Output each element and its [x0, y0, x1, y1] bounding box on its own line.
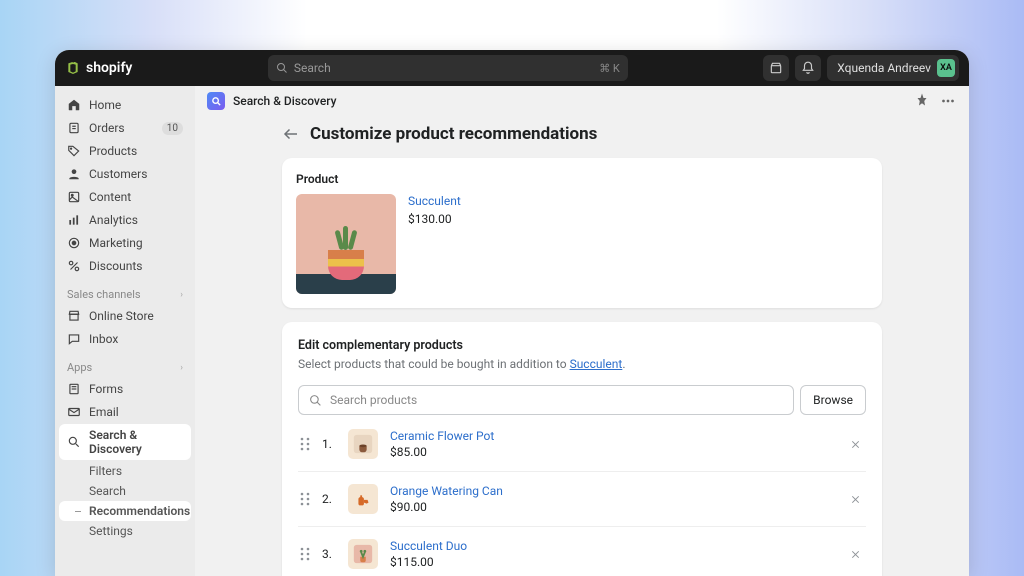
email-icon — [67, 405, 81, 419]
sidebar-section-apps[interactable]: Apps › — [59, 351, 191, 378]
home-icon — [67, 98, 81, 112]
target-icon — [67, 236, 81, 250]
sidebar-item-home[interactable]: Home — [59, 94, 191, 116]
order-number: 2. — [322, 492, 336, 506]
sidebar-item-online-store[interactable]: Online Store — [59, 305, 191, 327]
product-link-inline[interactable]: Succulent — [570, 357, 623, 371]
search-icon — [67, 435, 81, 449]
pos-icon-button[interactable] — [763, 55, 789, 81]
sidebar-item-discounts[interactable]: Discounts — [59, 255, 191, 277]
app-name: Search & Discovery — [233, 94, 336, 108]
complementary-thumb — [348, 484, 378, 514]
pin-icon[interactable] — [913, 92, 931, 110]
complementary-thumb — [348, 539, 378, 569]
complementary-thumb — [348, 429, 378, 459]
sidebar-sub-search[interactable]: Search — [59, 481, 191, 501]
sidebar-item-inbox[interactable]: Inbox — [59, 328, 191, 350]
product-card: Product Succulent $130.00 — [282, 158, 882, 308]
page-content: Customize product recommendations Produc… — [282, 116, 882, 576]
user-menu[interactable]: Xquenda Andreev XA — [827, 55, 959, 81]
sidebar-item-content[interactable]: Content — [59, 186, 191, 208]
complementary-price: $115.00 — [390, 555, 467, 569]
sidebar-sub-recommendations[interactable]: Recommendations — [59, 501, 191, 521]
chart-icon — [67, 213, 81, 227]
image-icon — [67, 190, 81, 204]
complementary-price: $90.00 — [390, 500, 503, 514]
bell-icon — [801, 61, 815, 75]
sidebar-item-marketing[interactable]: Marketing — [59, 232, 191, 254]
search-placeholder: Search — [294, 61, 331, 75]
store-icon — [769, 61, 783, 75]
sidebar-sub-settings[interactable]: Settings — [59, 521, 191, 541]
orders-badge: 10 — [162, 122, 183, 135]
close-icon — [850, 439, 861, 450]
topbar: shopify Search ⌘ K Xquenda Andreev XA — [55, 50, 969, 86]
search-shortcut: ⌘ K — [599, 62, 620, 75]
tag-icon — [67, 144, 81, 158]
sidebar-sub-filters[interactable]: Filters — [59, 461, 191, 481]
sidebar-item-forms[interactable]: Forms — [59, 378, 191, 400]
brand-name: shopify — [86, 60, 132, 76]
brand-logo[interactable]: shopify — [65, 60, 132, 76]
drag-handle-icon[interactable] — [300, 547, 310, 561]
avatar: XA — [937, 59, 955, 77]
chat-icon — [67, 332, 81, 346]
percent-icon — [67, 259, 81, 273]
complementary-name-link[interactable]: Ceramic Flower Pot — [390, 429, 494, 443]
product-search-input[interactable]: Search products — [298, 385, 794, 415]
product-image — [296, 194, 396, 294]
sidebar-item-orders[interactable]: Orders 10 — [59, 117, 191, 139]
product-label: Product — [296, 172, 868, 186]
complementary-price: $85.00 — [390, 445, 494, 459]
global-search[interactable]: Search ⌘ K — [268, 55, 628, 81]
close-icon — [850, 549, 861, 560]
orders-icon — [67, 121, 81, 135]
remove-button[interactable] — [846, 490, 864, 508]
browse-button[interactable]: Browse — [800, 385, 866, 415]
sidebar-item-products[interactable]: Products — [59, 140, 191, 162]
search-icon — [276, 62, 288, 74]
app-icon — [207, 92, 225, 110]
complementary-name-link[interactable]: Succulent Duo — [390, 539, 467, 553]
drag-handle-icon[interactable] — [300, 437, 310, 451]
app-header: Search & Discovery — [195, 86, 969, 116]
sidebar-item-email[interactable]: Email — [59, 401, 191, 423]
product-name-link[interactable]: Succulent — [408, 194, 461, 208]
user-name: Xquenda Andreev — [837, 61, 931, 75]
chevron-right-icon: › — [180, 290, 183, 300]
close-icon — [850, 494, 861, 505]
form-icon — [67, 382, 81, 396]
main-content: Search & Discovery Customize product rec… — [195, 86, 969, 576]
sidebar-item-analytics[interactable]: Analytics — [59, 209, 191, 231]
topbar-right: Xquenda Andreev XA — [763, 55, 959, 81]
complementary-card: Edit complementary products Select produ… — [282, 322, 882, 576]
order-number: 1. — [322, 437, 336, 451]
more-icon[interactable] — [939, 92, 957, 110]
drag-handle-icon[interactable] — [300, 492, 310, 506]
sidebar-section-channels[interactable]: Sales channels › — [59, 278, 191, 305]
order-number: 3. — [322, 547, 336, 561]
complementary-row: 1. Ceramic Flower Pot $85.00 — [298, 425, 866, 463]
sidebar-item-search-discovery[interactable]: Search & Discovery — [59, 424, 191, 460]
edit-title: Edit complementary products — [298, 338, 866, 353]
app-shell: shopify Search ⌘ K Xquenda Andreev XA H — [55, 50, 969, 576]
sidebar-item-customers[interactable]: Customers — [59, 163, 191, 185]
complementary-row: 3. Succulent Duo $115.00 — [298, 526, 866, 573]
user-icon — [67, 167, 81, 181]
complementary-row: 2. Orange Watering Can $90.00 — [298, 471, 866, 518]
shopify-icon — [65, 60, 81, 76]
page-title: Customize product recommendations — [310, 124, 597, 144]
search-icon — [309, 394, 322, 407]
notifications-button[interactable] — [795, 55, 821, 81]
search-icon — [211, 96, 222, 107]
product-price: $130.00 — [408, 212, 461, 226]
complementary-name-link[interactable]: Orange Watering Can — [390, 484, 503, 498]
sidebar: Home Orders 10 Products Customers Conten… — [55, 86, 195, 576]
remove-button[interactable] — [846, 545, 864, 563]
chevron-right-icon: › — [180, 363, 183, 373]
back-arrow-icon[interactable] — [282, 125, 300, 143]
remove-button[interactable] — [846, 435, 864, 453]
store-icon — [67, 309, 81, 323]
edit-description: Select products that could be bought in … — [298, 357, 866, 371]
